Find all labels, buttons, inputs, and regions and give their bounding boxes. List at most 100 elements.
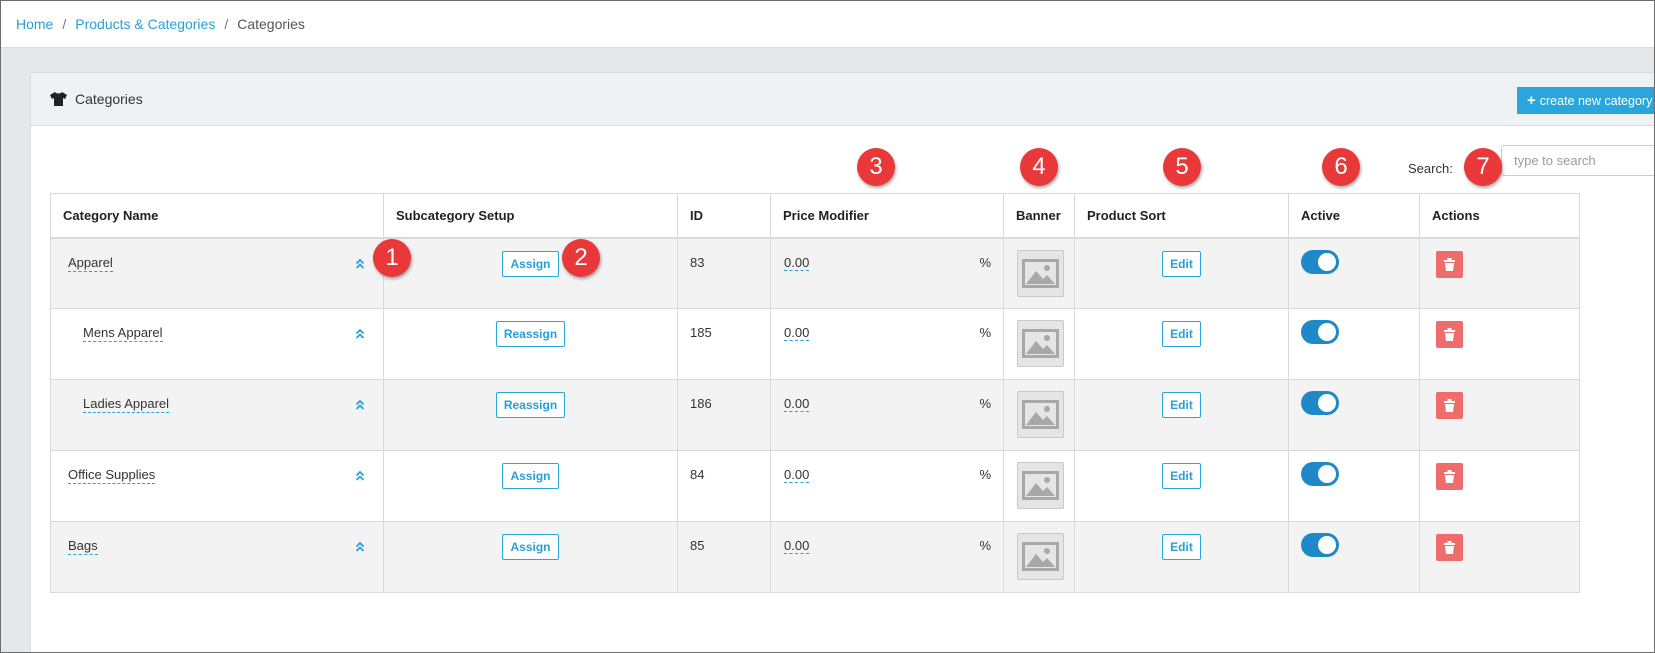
subcategory-assign-button[interactable]: Assign [502,463,559,489]
cell-category-name: Apparel [50,237,384,309]
cell-active [1288,379,1420,451]
create-new-category-button[interactable]: + create new category [1517,87,1654,114]
cell-product-sort: Edit [1074,308,1289,380]
cell-subcategory-setup: Reassign [383,308,678,380]
breadcrumb-products-categories[interactable]: Products & Categories [75,16,215,32]
column-header-subcategory-setup[interactable]: Subcategory Setup [383,193,678,239]
column-header-price-modifier[interactable]: Price Modifier [770,193,1004,239]
panel-header: Categories + create new category [31,73,1654,126]
column-header-active[interactable]: Active [1288,193,1420,239]
cell-actions [1419,308,1580,380]
search-label: Search: [1408,161,1453,176]
category-name-editable[interactable]: Bags [68,538,98,555]
active-toggle[interactable] [1301,462,1339,486]
double-chevron-up-icon[interactable] [355,328,365,340]
image-placeholder-icon [1022,329,1059,358]
cell-active [1288,308,1420,380]
cell-subcategory-setup: Assign [383,237,678,309]
cell-product-sort: Edit [1074,379,1289,451]
cell-subcategory-setup: Assign [383,450,678,522]
banner-image-placeholder[interactable] [1017,462,1064,509]
cell-actions [1419,450,1580,522]
breadcrumb: Home / Products & Categories / Categorie… [1,1,1654,48]
delete-button[interactable] [1436,250,1463,278]
product-sort-edit-button[interactable]: Edit [1162,534,1201,560]
product-sort-edit-button[interactable]: Edit [1162,321,1201,347]
banner-image-placeholder[interactable] [1017,249,1064,297]
breadcrumb-home[interactable]: Home [16,16,53,32]
delete-button[interactable] [1436,463,1463,490]
cell-product-sort: Edit [1074,237,1289,309]
annotation-marker-7: 7 [1464,148,1502,186]
banner-image-placeholder[interactable] [1017,320,1064,367]
breadcrumb-separator: / [62,16,67,32]
trash-icon [1444,470,1455,483]
search-input[interactable] [1501,145,1654,176]
double-chevron-up-icon[interactable] [355,258,365,270]
category-name-editable[interactable]: Office Supplies [68,467,156,484]
cell-id: 186 [677,379,771,451]
content-area: Categories + create new category Search:… [1,48,1654,652]
subcategory-assign-button[interactable]: Reassign [495,392,566,418]
column-header-actions[interactable]: Actions [1419,193,1580,239]
cell-category-name: Ladies Apparel [50,379,384,451]
column-header-product-sort[interactable]: Product Sort [1074,193,1289,239]
cell-banner [1003,379,1075,451]
table-row: Mens Apparel Reassign 185 0.00% Edit [50,308,1580,380]
subcategory-assign-button[interactable]: Reassign [495,321,566,347]
subcategory-assign-button[interactable]: Assign [502,250,559,277]
percent-unit: % [979,467,991,482]
image-placeholder-icon [1022,471,1059,500]
delete-button[interactable] [1436,534,1463,561]
toggle-knob [1318,323,1336,341]
percent-unit: % [979,254,991,270]
category-name-editable[interactable]: Mens Apparel [83,325,163,342]
cell-price-modifier: 0.00% [770,450,1004,522]
cell-id: 185 [677,308,771,380]
cell-category-name: Office Supplies [50,450,384,522]
double-chevron-up-icon[interactable] [355,399,365,411]
subcategory-assign-button[interactable]: Assign [502,534,559,560]
price-modifier-editable[interactable]: 0.00 [784,396,810,412]
cell-active [1288,237,1420,309]
double-chevron-up-icon[interactable] [355,541,365,553]
cell-id: 85 [677,521,771,593]
cell-product-sort: Edit [1074,450,1289,522]
cell-banner [1003,521,1075,593]
active-toggle[interactable] [1301,533,1339,557]
price-modifier-editable[interactable]: 0.00 [784,538,810,554]
active-toggle[interactable] [1301,391,1339,415]
price-modifier-editable[interactable]: 0.00 [784,255,810,271]
cell-category-name: Bags [50,521,384,593]
delete-button[interactable] [1436,321,1463,348]
active-toggle[interactable] [1301,320,1339,344]
cell-price-modifier: 0.00% [770,308,1004,380]
cell-id: 84 [677,450,771,522]
product-sort-edit-button[interactable]: Edit [1162,250,1201,277]
cell-active [1288,450,1420,522]
banner-image-placeholder[interactable] [1017,533,1064,580]
table-row: Ladies Apparel Reassign 186 0.00% Edit [50,379,1580,451]
category-name-editable[interactable]: Apparel [68,255,113,272]
trash-icon [1444,257,1455,271]
column-header-category-name[interactable]: Category Name [50,193,384,239]
column-header-id[interactable]: ID [677,193,771,239]
price-modifier-editable[interactable]: 0.00 [784,325,810,341]
double-chevron-up-icon[interactable] [355,470,365,482]
categories-table: Category Name Subcategory Setup ID Price… [50,193,1580,593]
toggle-knob [1318,252,1336,271]
category-name-editable[interactable]: Ladies Apparel [83,396,170,413]
toggle-knob [1318,394,1336,412]
delete-button[interactable] [1436,392,1463,419]
product-sort-edit-button[interactable]: Edit [1162,463,1201,489]
annotation-marker-1: 1 [373,239,411,277]
table-row: Bags Assign 85 0.00% Edit [50,521,1580,593]
categories-panel: Categories + create new category Search:… [30,72,1654,652]
breadcrumb-separator: / [224,16,229,32]
product-sort-edit-button[interactable]: Edit [1162,392,1201,418]
price-modifier-editable[interactable]: 0.00 [784,467,810,483]
banner-image-placeholder[interactable] [1017,391,1064,438]
column-header-banner[interactable]: Banner [1003,193,1075,239]
active-toggle[interactable] [1301,249,1339,274]
toggle-knob [1318,465,1336,483]
